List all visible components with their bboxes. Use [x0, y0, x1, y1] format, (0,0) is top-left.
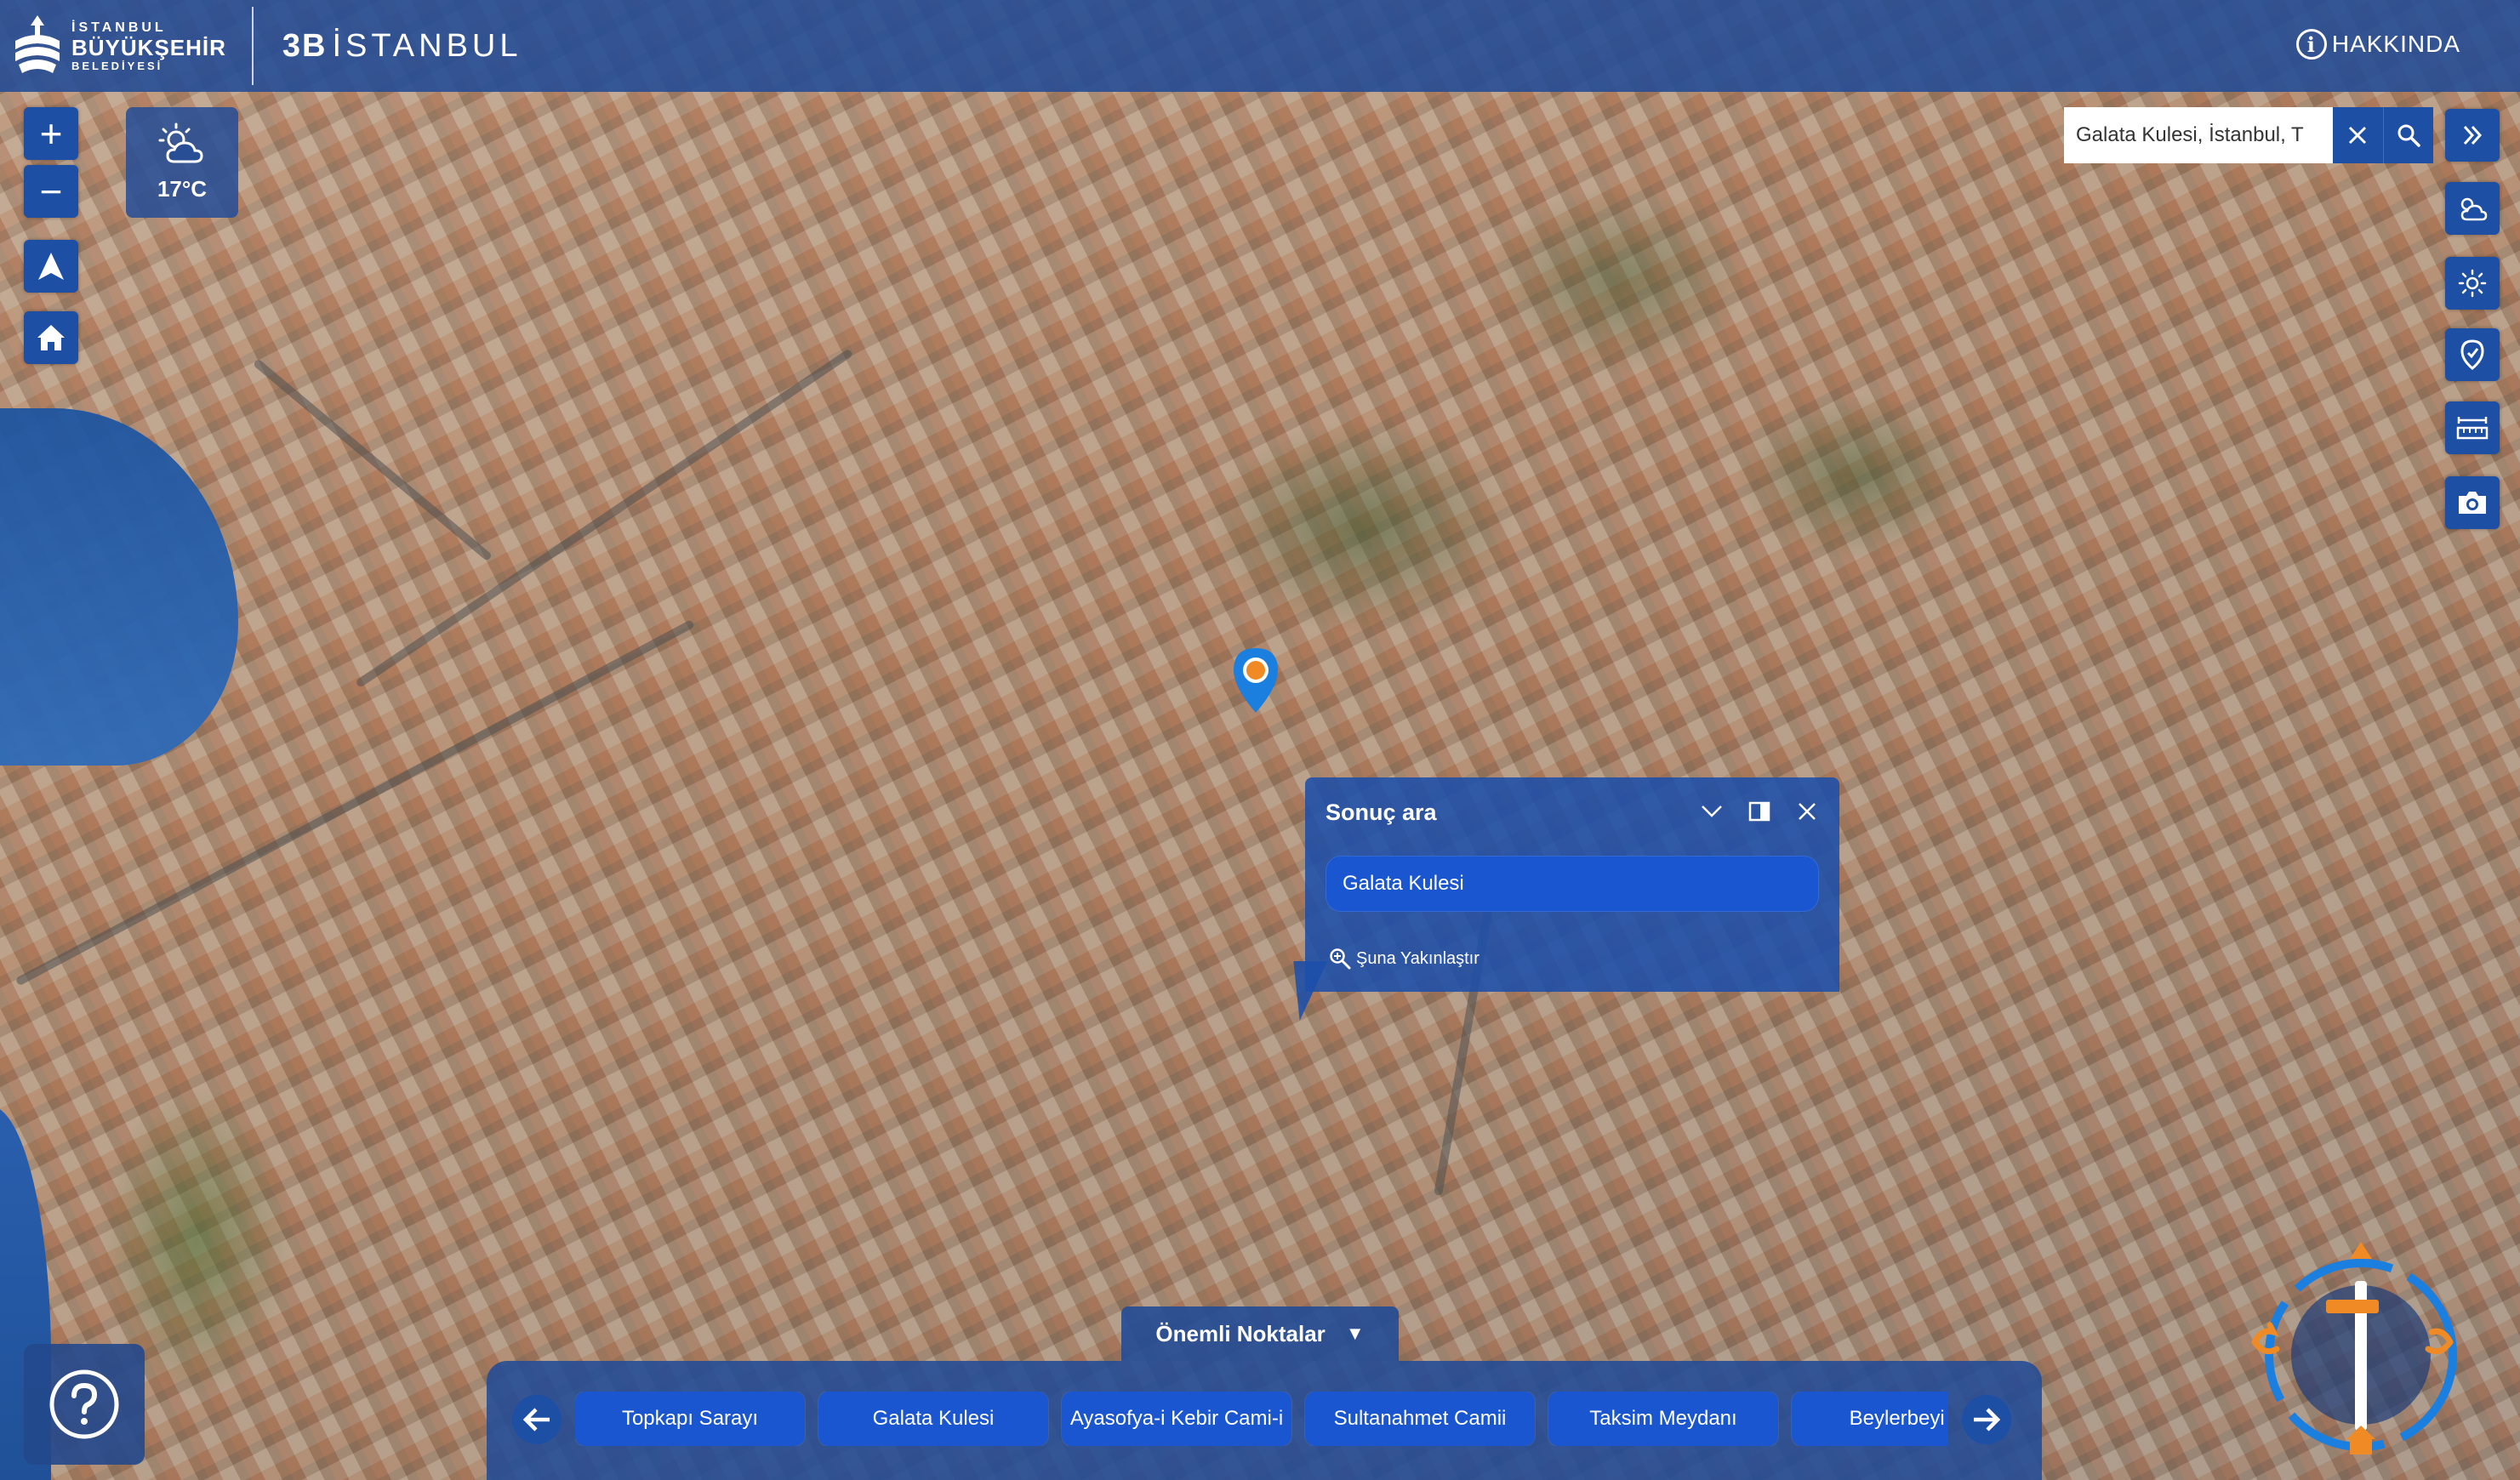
navigation-arrow-icon — [38, 253, 64, 280]
info-icon: i — [2295, 29, 2327, 60]
landmark-item[interactable]: Sultanahmet Camii — [1305, 1392, 1535, 1446]
sun-icon — [2458, 269, 2487, 298]
dock-icon — [1748, 801, 1770, 822]
search-result-popup: Sonuç ara Galata Kulesi Şuna Yakınlaştır — [1305, 777, 1839, 992]
map-pin-icon — [1234, 648, 1278, 713]
home-icon — [37, 325, 65, 350]
caret-down-icon: ▼ — [1345, 1323, 1365, 1344]
zoom-out-button[interactable]: − — [24, 165, 78, 218]
landmark-item[interactable]: Taksim Meydanı — [1548, 1392, 1778, 1446]
ibb-emblem-icon — [15, 15, 60, 73]
landmarks-next-button[interactable] — [1962, 1395, 2011, 1444]
landmark-item[interactable]: Beylerbeyi S — [1792, 1392, 1948, 1446]
landmark-item[interactable]: Ayasofya-i Kebir Cami-i — [1062, 1392, 1291, 1446]
close-icon — [1799, 803, 1816, 820]
about-label: HAKKINDA — [2331, 31, 2460, 57]
dock-button[interactable] — [1744, 796, 1775, 827]
plus-icon: + — [39, 111, 63, 156]
search-submit-button[interactable] — [2383, 107, 2433, 163]
minus-icon: − — [39, 169, 63, 213]
partly-cloudy-icon — [158, 122, 203, 163]
camera-navigator-icon — [2251, 1242, 2457, 1454]
location-tool-button[interactable] — [2445, 328, 2500, 381]
expand-toolbar-button[interactable] — [2445, 109, 2500, 162]
weather-widget[interactable]: 17°C — [126, 107, 238, 218]
search-clear-button[interactable] — [2333, 107, 2384, 163]
location-pin-marker[interactable] — [1230, 646, 1281, 719]
search-result-item[interactable]: Galata Kulesi — [1326, 856, 1819, 912]
landmark-item[interactable]: Galata Kulesi — [818, 1392, 1048, 1446]
question-mark-icon — [49, 1369, 119, 1439]
arrow-right-icon — [1974, 1408, 2001, 1432]
home-button[interactable] — [24, 311, 78, 364]
measure-icon — [2456, 417, 2489, 440]
zoom-to-label: Şuna Yakınlaştır — [1356, 948, 1480, 968]
camera-icon — [2459, 492, 2486, 514]
map-road — [355, 348, 854, 689]
arrow-left-icon — [522, 1408, 550, 1432]
search-input[interactable] — [2064, 109, 2333, 162]
ibb-logo[interactable]: İSTANBUL BÜYÜKŞEHİR BELEDİYESİ — [10, 12, 226, 80]
golden-horn-water — [0, 408, 238, 766]
map-road — [252, 358, 493, 562]
logo-line-1: İSTANBUL — [71, 20, 167, 35]
location-icon — [2460, 339, 2484, 370]
help-button[interactable] — [24, 1344, 145, 1465]
app-header: İSTANBUL BÜYÜKŞEHİR BELEDİYESİ 3B İSTANBU… — [0, 0, 2520, 92]
screenshot-tool-button[interactable] — [2445, 476, 2500, 529]
logo-line-3: BELEDİYESİ — [71, 59, 163, 72]
3d-map-viewport[interactable] — [0, 0, 2520, 1480]
landmarks-viewport: Topkapı Sarayı Galata Kulesi Ayasofya-i Ke… — [575, 1392, 1948, 1446]
collapse-button[interactable] — [1696, 796, 1727, 827]
landmark-item[interactable]: Topkapı Sarayı — [575, 1392, 805, 1446]
double-chevron-right-icon — [2463, 125, 2483, 145]
app-title-city: İSTANBUL — [332, 27, 522, 64]
popup-title: Sonuç ara — [1326, 800, 1437, 825]
chevron-down-icon — [1702, 805, 1722, 817]
logo-line-2: BÜYÜKŞEHİR — [71, 34, 226, 60]
daylight-tool-button[interactable] — [2445, 257, 2500, 310]
app-title-3b: 3B — [282, 27, 328, 64]
zoom-in-button[interactable]: + — [24, 107, 78, 160]
landmarks-toggle-label: Önemli Noktalar — [1155, 1320, 1326, 1346]
measure-tool-button[interactable] — [2445, 401, 2500, 454]
navigation-compass[interactable] — [2221, 1232, 2467, 1466]
app-title: 3B İSTANBUL — [282, 28, 522, 65]
landmarks-track: Topkapı Sarayı Galata Kulesi Ayasofya-i Ke… — [575, 1392, 1948, 1446]
compass-north-button[interactable] — [24, 240, 78, 293]
about-button[interactable]: i HAKKINDA — [2295, 29, 2460, 60]
weather-icon — [2460, 197, 2488, 221]
landmarks-toggle[interactable]: Önemli Noktalar ▼ — [1121, 1306, 1399, 1361]
search-bar — [2064, 107, 2433, 163]
close-icon — [2349, 126, 2367, 145]
weather-temperature: 17°C — [157, 176, 208, 202]
zoom-to-link[interactable]: Şuna Yakınlaştır — [1329, 948, 1480, 970]
landmarks-carousel: Topkapı Sarayı Galata Kulesi Ayasofya-i Ke… — [487, 1361, 2042, 1480]
search-icon — [2397, 124, 2420, 147]
popup-close-button[interactable] — [1792, 796, 1822, 827]
landmarks-prev-button[interactable] — [512, 1395, 562, 1444]
zoom-in-magnifier-icon — [1330, 948, 1351, 970]
weather-tool-button[interactable] — [2445, 182, 2500, 235]
header-divider — [251, 7, 254, 85]
